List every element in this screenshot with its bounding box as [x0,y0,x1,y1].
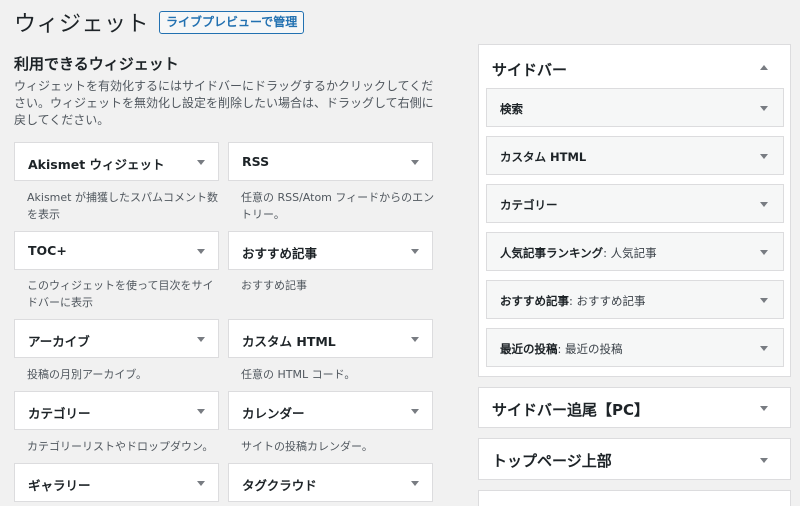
chevron-down-icon[interactable] [197,409,205,414]
page-header: ウィジェット ライブプレビューで管理 [14,6,305,38]
sidebar-widget-title: カテゴリー [500,198,558,212]
chevron-down-icon[interactable] [411,337,419,342]
chevron-down-icon[interactable] [197,160,205,165]
chevron-down-icon[interactable] [411,481,419,486]
widget-title: カレンダー [242,406,305,421]
widget-gallery[interactable]: ギャラリー [14,463,219,502]
widget-area-sidebar: サイドバー 検索 カスタム HTML カテゴリー 人気記事ランキング: 人気記事… [478,44,791,377]
widget-akismet[interactable]: Akismet ウィジェット [14,142,219,181]
sidebar-widget-category[interactable]: カテゴリー [486,184,784,223]
widget-category[interactable]: カテゴリー [14,391,219,430]
widget-description: おすすめ記事 [241,279,307,292]
page-title: ウィジェット [14,12,150,37]
widget-description: Akismet が捕獲したスパムコメント数を表示 [27,191,218,221]
chevron-down-icon[interactable] [760,106,768,111]
widget-area-partial[interactable] [478,490,791,506]
chevron-down-icon[interactable] [760,458,768,463]
sidebar-widget-custom-html[interactable]: カスタム HTML [486,136,784,175]
chevron-down-icon[interactable] [760,154,768,159]
available-widgets-title: 利用できるウィジェット [14,55,179,73]
widget-area-top-page[interactable]: トップページ上部 [478,438,791,480]
widget-description: このウィジェットを使って目次をサイドバーに表示 [27,279,214,309]
widget-title: タグクラウド [242,478,317,493]
widget-recommended[interactable]: おすすめ記事 [228,231,433,270]
chevron-down-icon[interactable] [197,337,205,342]
widget-title: RSS [242,154,270,169]
chevron-down-icon[interactable] [411,409,419,414]
chevron-down-icon[interactable] [197,481,205,486]
widget-description: サイトの投稿カレンダー。 [241,440,373,453]
widget-toc[interactable]: TOC+ [14,231,219,270]
widgets-page: ウィジェット ライブプレビューで管理 利用できるウィジェット ウィジェットを有効… [0,0,800,506]
widget-description: 任意の RSS/Atom フィードからのエントリー。 [241,191,435,221]
widget-area-title: サイドバー追尾【PC】 [492,401,650,419]
widget-title: TOC+ [28,243,67,258]
widget-title: カテゴリー [28,406,91,421]
widget-title: アーカイブ [28,334,90,349]
widget-title: カスタム HTML [242,334,336,349]
chevron-up-icon[interactable] [760,65,768,70]
chevron-down-icon[interactable] [760,406,768,411]
widget-custom-html[interactable]: カスタム HTML [228,319,433,358]
chevron-down-icon[interactable] [411,249,419,254]
sidebar-widget-recommended[interactable]: おすすめ記事: おすすめ記事 [486,280,784,319]
widget-area-sidebar-follow[interactable]: サイドバー追尾【PC】 [478,387,791,428]
available-widgets-description: ウィジェットを有効化するにはサイドバーにドラッグするかクリックしてください。ウィ… [14,79,434,127]
sidebar-widget-title: 人気記事ランキング: 人気記事 [500,246,657,260]
widget-calendar[interactable]: カレンダー [228,391,433,430]
chevron-down-icon[interactable] [760,202,768,207]
widget-title: Akismet ウィジェット [28,157,165,172]
widget-area-title[interactable]: サイドバー [492,59,567,80]
sidebar-widget-title: カスタム HTML [500,150,587,164]
live-preview-button[interactable]: ライブプレビューで管理 [159,10,305,34]
widget-title: ギャラリー [28,478,91,493]
widget-archive[interactable]: アーカイブ [14,319,219,358]
widget-title: おすすめ記事 [242,246,318,261]
sidebar-widget-title: 検索 [500,102,523,116]
widget-description: 投稿の月別アーカイブ。 [27,368,148,381]
chevron-down-icon[interactable] [760,250,768,255]
widget-tag-cloud[interactable]: タグクラウド [228,463,433,502]
chevron-down-icon[interactable] [760,298,768,303]
widget-description: 任意の HTML コード。 [241,368,356,381]
chevron-down-icon[interactable] [411,160,419,165]
sidebar-widget-title: 最近の投稿: 最近の投稿 [500,342,623,356]
chevron-down-icon[interactable] [197,249,205,254]
chevron-down-icon[interactable] [760,346,768,351]
widget-rss[interactable]: RSS [228,142,433,181]
sidebar-widget-recent-posts[interactable]: 最近の投稿: 最近の投稿 [486,328,784,367]
sidebar-widget-search[interactable]: 検索 [486,88,784,127]
sidebar-widget-title: おすすめ記事: おすすめ記事 [500,294,646,308]
widget-area-title: トップページ上部 [492,452,612,470]
sidebar-widget-popular-ranking[interactable]: 人気記事ランキング: 人気記事 [486,232,784,271]
widget-description: カテゴリーリストやドロップダウン。 [27,440,214,453]
